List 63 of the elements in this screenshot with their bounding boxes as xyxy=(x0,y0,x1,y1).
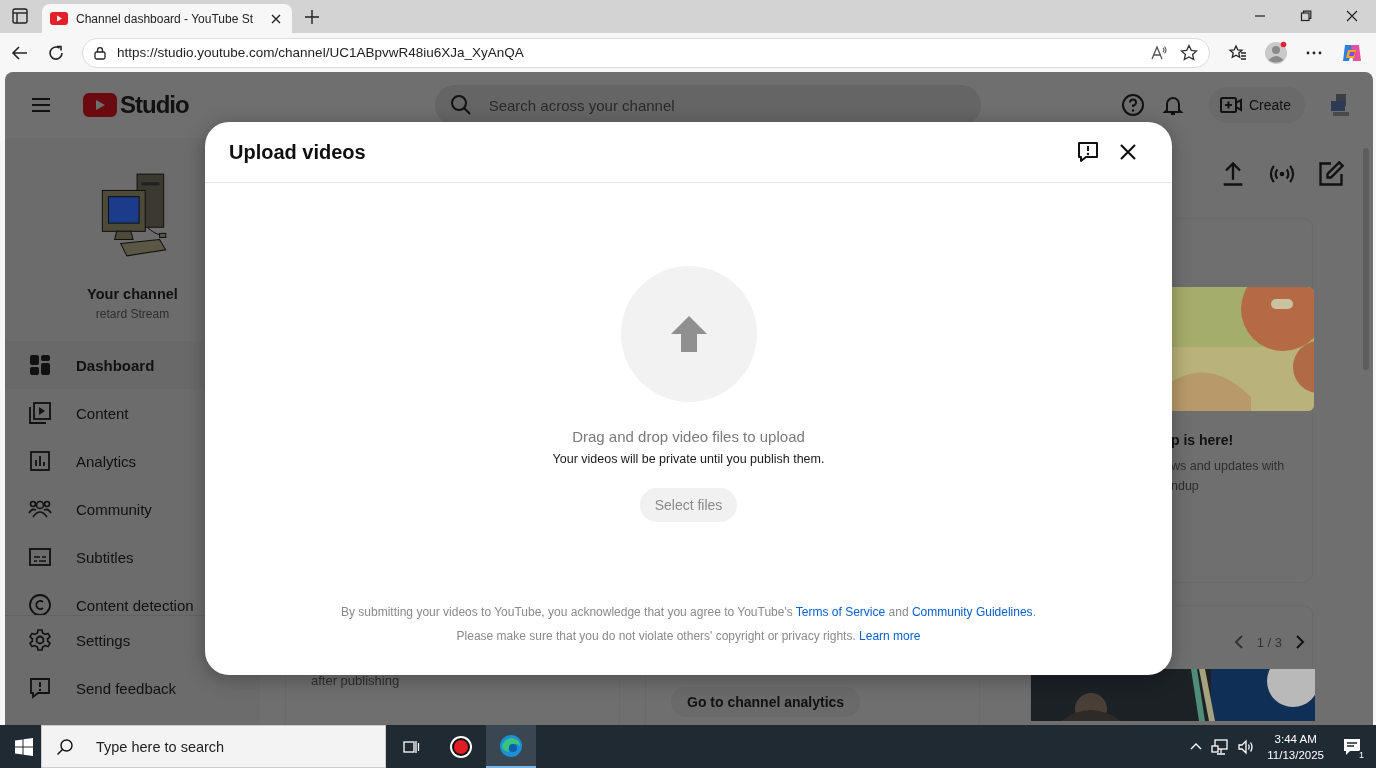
edit-icon[interactable] xyxy=(1317,160,1345,188)
address-field[interactable]: https://studio.youtube.com/channel/UC1ABpvwR48iu6XJa_XyAnQA xyxy=(82,37,1210,68)
network-icon[interactable] xyxy=(1211,737,1230,756)
sidebar-item[interactable]: Subtitles xyxy=(5,533,260,581)
channel-name: retard Stream xyxy=(95,307,170,321)
drop-text: Drag and drop video files to upload xyxy=(572,428,805,445)
volume-icon[interactable] xyxy=(1237,737,1256,756)
profile-icon[interactable] xyxy=(1264,40,1288,65)
privacy-note: Your videos will be private until you publish them. xyxy=(552,452,825,466)
sidebar-item[interactable]: Send feedback xyxy=(5,664,260,712)
windows-start-icon[interactable] xyxy=(15,737,33,756)
play-logo-icon xyxy=(50,12,68,25)
tab-actions-icon[interactable] xyxy=(10,6,30,26)
create-button[interactable]: Create xyxy=(1208,87,1305,123)
search-icon xyxy=(448,93,473,117)
terms-link[interactable]: Community Guidelines xyxy=(911,605,1033,619)
search-field[interactable]: Search across your channel xyxy=(486,95,967,115)
terms-link[interactable]: Learn more xyxy=(859,629,921,643)
browser-tab[interactable]: Channel dashboard - YouTube St xyxy=(42,4,292,33)
page-counter: 1 / 3 xyxy=(1256,634,1282,650)
sidebar-item[interactable]: Content xyxy=(5,389,260,437)
feedback-icon[interactable] xyxy=(1076,140,1100,164)
card-text: ws and updates with ndup xyxy=(1171,458,1286,495)
chart-icon xyxy=(28,449,52,473)
subtitles-icon xyxy=(28,545,52,569)
sidebar-item[interactable]: Community xyxy=(5,485,260,533)
record-icon xyxy=(449,734,473,759)
terms-link[interactable]: Terms of Service xyxy=(795,605,886,619)
restore-icon[interactable] xyxy=(1300,10,1312,22)
play-logo-icon xyxy=(83,93,117,117)
channel-analytics-button[interactable]: Go to channel analytics xyxy=(671,687,861,717)
new-tab-icon[interactable] xyxy=(304,9,320,25)
url-text: https://studio.youtube.com/channel/UC1ABpvwR48iu6XJa_XyAnQA xyxy=(117,45,524,60)
dashboard-icon xyxy=(28,353,52,377)
copyright-icon xyxy=(28,593,52,617)
upload-icon[interactable] xyxy=(620,266,757,402)
clock-time: 3:44 AM xyxy=(1274,731,1317,747)
edge-icon xyxy=(499,733,523,758)
clock[interactable]: 3:44 AM 11/13/2025 xyxy=(1267,730,1324,763)
taskbar-search-bar[interactable]: Type here to search xyxy=(41,725,386,768)
clock-date: 11/13/2025 xyxy=(1267,747,1324,763)
notification-badge: 1 xyxy=(1357,749,1366,761)
search-bar[interactable]: Search across your channel xyxy=(434,85,981,125)
card-title: p is here! xyxy=(1171,432,1235,448)
search-icon xyxy=(56,737,74,756)
settings-icon xyxy=(28,628,52,652)
taskbar-search-field[interactable]: Type here to search xyxy=(94,737,385,756)
tab-title: Channel dashboard - YouTube St xyxy=(76,11,255,26)
lock-icon xyxy=(93,45,107,60)
video-library-icon xyxy=(28,401,52,425)
close-icon[interactable] xyxy=(1346,10,1358,22)
star-icon[interactable] xyxy=(1179,42,1199,63)
logo-text: Studio xyxy=(120,91,189,119)
close-icon[interactable] xyxy=(270,12,282,25)
card-text: after publishing xyxy=(311,673,401,688)
terms-notice: Please make sure that you do not violate others' copyright or privacy rights. Learn more xyxy=(456,628,921,645)
sidebar-item[interactable]: Analytics xyxy=(5,437,260,485)
dialog-title: Upload videos xyxy=(229,140,366,164)
terms-notice: By submitting your videos to YouTube, you acknowledge that you agree to YouTube's Terms of Service and Community Guidelines. xyxy=(341,604,1036,621)
channel-label: Your channel xyxy=(87,286,178,302)
notification-icon[interactable] xyxy=(1342,736,1362,757)
feedback-icon xyxy=(28,676,52,700)
help-icon[interactable] xyxy=(1120,93,1145,117)
